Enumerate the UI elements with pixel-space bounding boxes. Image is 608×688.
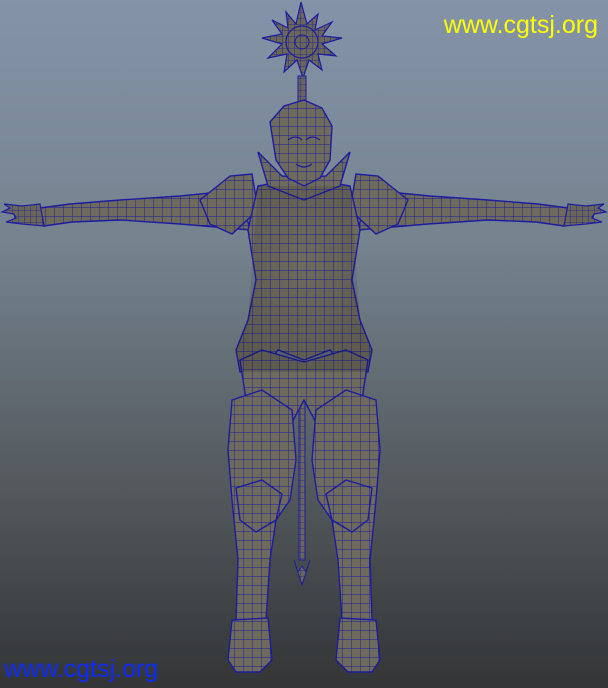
character-model[interactable] (0, 0, 608, 688)
character-mesh (13, 99, 595, 673)
mesh-shading (236, 186, 372, 372)
staff-prop (293, 399, 311, 587)
watermark-bottom-left: www.cgtsj.org (4, 655, 159, 683)
watermark-top-right: www.cgtsj.org (443, 11, 598, 39)
sun-halo-icon (261, 1, 343, 107)
3d-viewport[interactable]: www.cgtsj.org www.cgtsj.org (0, 0, 608, 688)
